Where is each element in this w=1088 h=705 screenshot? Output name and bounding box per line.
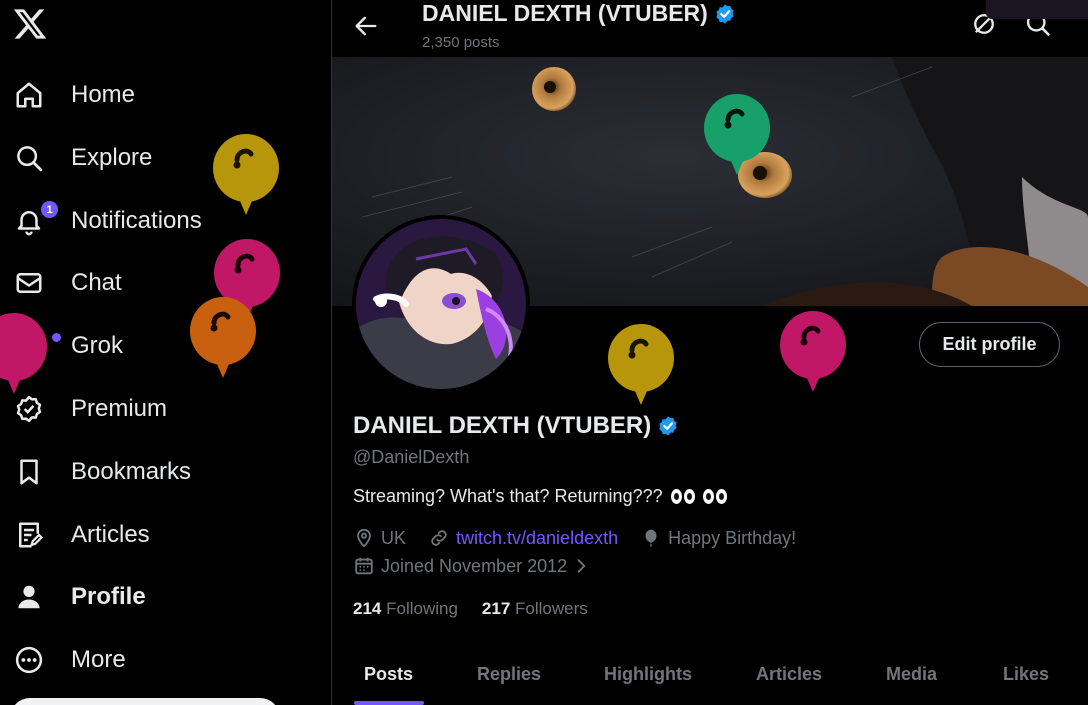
profile-header-bar: DANIEL DEXTH (VTUBER) 2,350 posts [332, 0, 1088, 57]
tab-replies[interactable]: Replies [477, 664, 541, 685]
sidebar-item-label: Premium [71, 395, 168, 422]
tab-likes[interactable]: Likes [1003, 664, 1049, 685]
post-button[interactable] [10, 698, 280, 705]
sidebar-item-label: Articles [71, 521, 150, 548]
following-label: Following [386, 599, 458, 618]
profile-tabs: Posts Replies Highlights Articles Media … [332, 650, 1088, 705]
sidebar-item-label: Notifications [71, 207, 202, 234]
sidebar-item-bookmarks[interactable]: Bookmarks [0, 444, 300, 500]
profile-handle: @DanielDexth [353, 447, 470, 467]
location-pin-icon [357, 528, 371, 548]
sidebar-item-label: Chat [71, 269, 122, 296]
back-arrow-icon[interactable] [352, 12, 380, 40]
sidebar-item-home[interactable]: Home [0, 67, 300, 123]
profile-name: DANIEL DEXTH (VTUBER) [353, 412, 679, 440]
profile-joined-row[interactable]: Joined November 2012 [353, 555, 597, 577]
overlay-widget [986, 0, 1088, 19]
sidebar-item-label: Bookmarks [71, 458, 192, 485]
active-tab-indicator [354, 701, 424, 705]
profile-joined-date: Joined November 2012 [381, 555, 568, 576]
sidebar-item-label: Explore [71, 144, 153, 171]
followers-link[interactable]: 217 Followers [482, 599, 588, 619]
sidebar-item-label: Profile [71, 583, 146, 610]
x-logo-icon[interactable] [12, 6, 48, 42]
tab-posts[interactable]: Posts [364, 664, 413, 685]
bio-text: Streaming? What's that? Returning??? [353, 486, 663, 506]
profile-location: UK [381, 527, 407, 548]
article-icon [12, 518, 46, 552]
birthday-balloon-icon [780, 311, 846, 392]
eyes-emoji-icon [670, 489, 695, 504]
sidebar-item-label: Home [71, 81, 136, 108]
profile-display-name: DANIEL DEXTH (VTUBER) [353, 412, 652, 439]
sidebar-item-articles[interactable]: Articles [0, 507, 300, 563]
tab-highlights[interactable]: Highlights [604, 664, 692, 685]
grok-indicator-dot [52, 333, 61, 342]
profile-website-link[interactable]: twitch.tv/danieldexth [456, 528, 618, 549]
link-icon [431, 530, 447, 546]
following-link[interactable]: 214 Following [353, 599, 458, 619]
birthday-balloon-icon [213, 134, 279, 215]
sidebar-item-label: Grok [71, 332, 124, 359]
profile-avatar[interactable] [352, 215, 530, 393]
followers-label: Followers [515, 599, 588, 618]
header-posts-count: 2,350 posts [422, 34, 500, 51]
person-icon [12, 580, 46, 614]
bell-icon: 1 [12, 200, 59, 238]
calendar-icon [355, 557, 373, 575]
following-count: 214 [353, 599, 382, 618]
sidebar-item-more[interactable]: More [0, 632, 300, 688]
profile-bio: Streaming? What's that? Returning??? [353, 486, 727, 507]
vtuber-avatar-illustration [356, 219, 526, 389]
header-display-name: DANIEL DEXTH (VTUBER) [422, 0, 708, 26]
follow-stats: 214 Following 217 Followers [353, 599, 588, 619]
eyes-emoji-icon [702, 489, 727, 504]
birthday-balloon-icon [704, 94, 770, 175]
tab-articles[interactable]: Articles [756, 664, 822, 685]
edit-profile-button[interactable]: Edit profile [919, 322, 1060, 367]
balloon-icon [645, 529, 657, 547]
birthday-balloon-icon [0, 313, 47, 394]
mail-icon [12, 266, 46, 300]
verified-check-icon [714, 3, 736, 25]
followers-count: 217 [481, 599, 511, 618]
more-circle-icon [12, 643, 46, 677]
tab-media[interactable]: Media [886, 664, 937, 685]
bookmark-icon [12, 455, 46, 489]
birthday-balloon-icon [190, 297, 256, 378]
profile-meta-row: UK twitch.tv/danieldexth Happy Birthday! [353, 527, 796, 549]
verified-check-icon[interactable] [657, 415, 679, 437]
chevron-right-icon [577, 559, 586, 573]
sidebar-nav: Home Explore 1 Notifications Chat Grok P… [0, 0, 331, 705]
profile-birthday: Happy Birthday! [668, 527, 797, 548]
home-icon [12, 78, 46, 112]
notification-count-badge: 1 [40, 200, 59, 219]
sidebar-item-profile[interactable]: Profile [0, 569, 300, 625]
birthday-balloon-icon [608, 324, 674, 405]
search-icon [12, 141, 46, 175]
header-name: DANIEL DEXTH (VTUBER) [422, 0, 736, 27]
sidebar-item-label: More [71, 646, 126, 673]
